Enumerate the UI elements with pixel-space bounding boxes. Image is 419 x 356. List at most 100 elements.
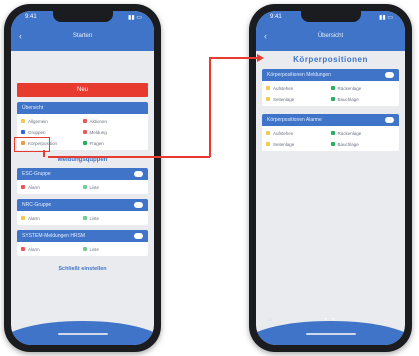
list-item[interactable]: Seitenlage bbox=[266, 95, 331, 103]
list-item[interactable]: Bauchlage bbox=[330, 95, 396, 103]
toggle-switch[interactable] bbox=[134, 171, 143, 177]
list-item-label: Aufstehen bbox=[273, 85, 294, 91]
toggle-switch[interactable] bbox=[385, 117, 394, 123]
toggle-switch[interactable] bbox=[134, 233, 143, 239]
card-grid: Aufstehen Rückenlage Seitenlage Bauchlage bbox=[262, 81, 399, 106]
section-title: Meldungsquppen bbox=[57, 157, 108, 163]
content: Körperpositionen Körperpositionen Meldun… bbox=[262, 53, 399, 305]
list-item-label: Rückenlage bbox=[337, 85, 362, 91]
card-esc-group: ESC-Gruppe Alarm Liste bbox=[17, 168, 148, 194]
battery-icon: ▮▮ ▭ bbox=[379, 15, 393, 21]
card-grid: Alarm Liste bbox=[17, 211, 148, 225]
status-dot-icon bbox=[266, 142, 270, 146]
list-item[interactable]: Gruppen bbox=[21, 128, 83, 136]
list-item-label: Fragen bbox=[89, 140, 104, 146]
list-item[interactable]: Alarm bbox=[21, 214, 83, 222]
status-dot-icon bbox=[21, 216, 25, 220]
card-nrc-group: NRC-Gruppe Alarm Liste bbox=[17, 199, 148, 225]
list-item[interactable]: Alarm bbox=[21, 183, 83, 191]
screen-left: 9:41 ▮▮ ▭ ‹ Starten Neu Übersicht Allgem… bbox=[11, 11, 154, 345]
list-item[interactable]: Liste bbox=[82, 245, 145, 253]
arrow-line bbox=[48, 156, 210, 158]
list-item[interactable]: Aufstehen bbox=[266, 129, 331, 137]
status-dot-icon bbox=[330, 131, 335, 135]
list-item-label: Aufstehen bbox=[273, 130, 294, 136]
list-item-label: Meldung bbox=[89, 129, 107, 135]
phone-left: 9:41 ▮▮ ▭ ‹ Starten Neu Übersicht Allgem… bbox=[4, 4, 161, 352]
home-indicator bbox=[57, 333, 108, 335]
list-item-label: Alarm bbox=[28, 246, 40, 252]
list-item[interactable]: Liste bbox=[82, 214, 145, 222]
list-item-label: Alarm bbox=[28, 215, 40, 221]
list-item-label: Allgemein bbox=[28, 118, 48, 124]
list-item[interactable]: Aufstehen bbox=[266, 84, 331, 92]
list-item-label: Gruppen bbox=[28, 129, 46, 135]
action-button[interactable]: Neu bbox=[17, 83, 148, 97]
card-header: NRC-Gruppe bbox=[17, 199, 148, 211]
status-time: 9:41 bbox=[270, 14, 282, 20]
list-item-label: Rückenlage bbox=[337, 130, 362, 136]
phone-right: 9:41 ▮▮ ▭ ‹ Übersicht Körperpositionen K… bbox=[249, 4, 412, 352]
status-dot-icon bbox=[266, 86, 270, 90]
status-dot-icon bbox=[330, 86, 335, 90]
card-body-position-messages: Körperpositionen Meldungen Aufstehen Rück… bbox=[262, 69, 399, 106]
status-dot-icon bbox=[330, 97, 335, 101]
home-icon[interactable]: ⌂ bbox=[268, 317, 272, 323]
list-item[interactable]: Bauchlage bbox=[330, 140, 396, 148]
arrow-head bbox=[257, 54, 264, 62]
list-item-label: Seitenlage bbox=[273, 141, 295, 147]
list-item-label: Seitenlage bbox=[273, 96, 295, 102]
card-grid: Alarm Liste bbox=[17, 242, 148, 256]
card-body-position-alarms: Körperpositionen Alarme Aufstehen Rückenl… bbox=[262, 114, 399, 151]
notch bbox=[300, 11, 361, 22]
status-dot-icon bbox=[82, 130, 87, 134]
list-item-label: Bauchlage bbox=[337, 96, 359, 102]
list-item[interactable]: Rückenlage bbox=[330, 84, 396, 92]
status-time: 9:41 bbox=[25, 14, 37, 20]
list-item[interactable]: Alarm bbox=[21, 245, 83, 253]
card-header-label: ESC-Gruppe bbox=[22, 171, 51, 177]
list-item-label: Alarm bbox=[28, 184, 40, 190]
arrow-line bbox=[43, 150, 45, 157]
toggle-switch[interactable] bbox=[385, 72, 394, 78]
list-item[interactable]: Meldung bbox=[82, 128, 145, 136]
footer-button[interactable]: Schließt einstellen bbox=[17, 266, 148, 272]
list-item-label: Liste bbox=[89, 215, 100, 221]
status-dot-icon bbox=[330, 142, 335, 146]
screen-right: 9:41 ▮▮ ▭ ‹ Übersicht Körperpositionen K… bbox=[256, 11, 405, 345]
list-item[interactable]: Rückenlage bbox=[330, 129, 396, 137]
list-item[interactable]: Fragen bbox=[82, 139, 145, 147]
list-item[interactable]: Aktionen bbox=[82, 117, 145, 125]
list-item[interactable]: Allgemein bbox=[21, 117, 83, 125]
card-header: Übersicht bbox=[17, 102, 148, 114]
arrow-line bbox=[209, 57, 259, 59]
status-dot-icon bbox=[21, 119, 25, 123]
card-header-label: SYSTEM-Meldungen HRSM bbox=[22, 233, 86, 239]
card-header-label: Körperpositionen Alarme bbox=[267, 117, 322, 123]
card-header: Körperpositionen Meldungen bbox=[262, 69, 399, 81]
card-header: Körperpositionen Alarme bbox=[262, 114, 399, 126]
content: Neu Übersicht Allgemein Aktionen Gruppen Me… bbox=[17, 83, 148, 305]
card-grid: Alarm Liste bbox=[17, 180, 148, 194]
status-dot-icon bbox=[266, 97, 270, 101]
list-item-label: Liste bbox=[89, 246, 100, 252]
toggle-switch[interactable] bbox=[134, 202, 143, 208]
app-bar-title: Übersicht bbox=[317, 33, 344, 39]
card-header-label: Körperpositionen Meldungen bbox=[267, 72, 331, 78]
app-bar-title: Starten bbox=[72, 33, 93, 39]
status-dot-icon bbox=[82, 119, 87, 123]
highlight-box bbox=[14, 137, 50, 152]
home-indicator bbox=[305, 333, 356, 335]
card-grid: Aufstehen Rückenlage Seitenlage Bauchlage bbox=[262, 126, 399, 151]
notch bbox=[52, 11, 113, 22]
status-dot-icon bbox=[82, 247, 87, 251]
card-header-label: NRC-Gruppe bbox=[22, 202, 52, 208]
list-item[interactable]: Liste bbox=[82, 183, 145, 191]
list-item-label: Bauchlage bbox=[337, 141, 359, 147]
card-header: ESC-Gruppe bbox=[17, 168, 148, 180]
status-dot-icon bbox=[21, 247, 25, 251]
list-item[interactable]: Seitenlage bbox=[266, 140, 331, 148]
battery-icon: ▮▮ ▭ bbox=[128, 15, 142, 21]
page-indicator: • • bbox=[324, 317, 337, 323]
card-header: SYSTEM-Meldungen HRSM bbox=[17, 230, 148, 242]
